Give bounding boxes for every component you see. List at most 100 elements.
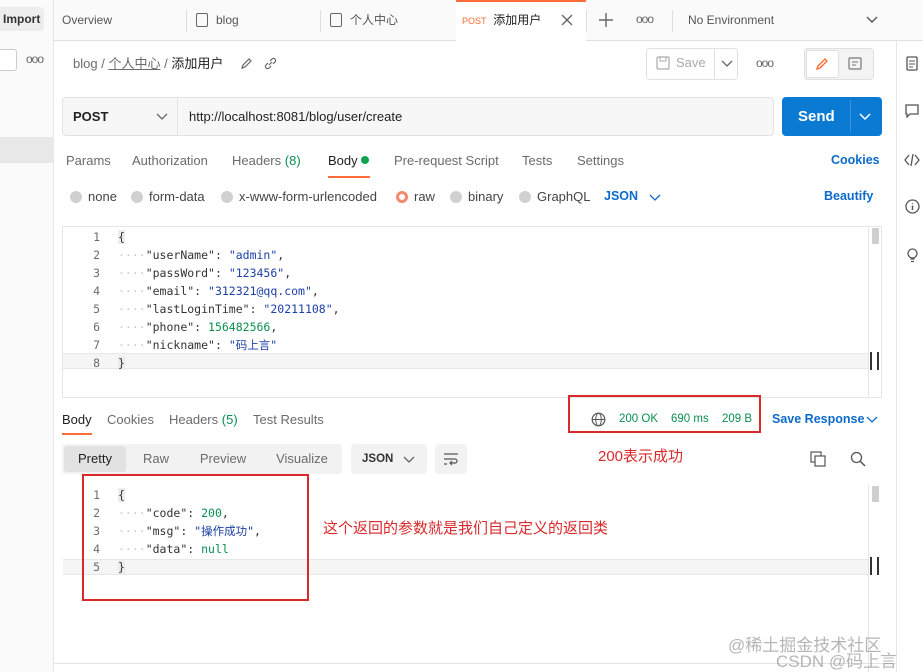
url-input[interactable]: http://localhost:8081/blog/user/create xyxy=(189,109,402,124)
colon-token: : xyxy=(194,284,209,298)
view-mode-visualize[interactable]: Visualize xyxy=(268,444,336,474)
json-key: "nickname" xyxy=(145,338,215,352)
breadcrumb-root[interactable]: blog xyxy=(73,56,98,71)
tab-overview[interactable]: Overview xyxy=(62,0,112,41)
send-button[interactable]: Send xyxy=(798,108,835,125)
cookies-link[interactable]: Cookies xyxy=(831,153,880,167)
tab-tests[interactable]: Tests xyxy=(522,153,552,168)
response-size[interactable]: 209 B xyxy=(722,413,752,425)
save-button[interactable]: Save xyxy=(676,55,706,70)
breadcrumb-folder[interactable]: 个人中心 xyxy=(108,56,160,71)
code-line: 3 ····"passWord": "123456", xyxy=(60,264,291,282)
view-mode-pretty[interactable]: Pretty xyxy=(64,446,126,472)
colon-token: : xyxy=(249,302,264,316)
json-value: "admin" xyxy=(228,248,278,262)
tab-blog[interactable]: blog xyxy=(196,0,239,41)
sidebar-more-button[interactable]: ooo xyxy=(26,52,44,66)
active-tab-underline xyxy=(62,433,92,435)
breadcrumb: blog / 个人中心 / 添加用户 xyxy=(73,55,223,73)
chevron-down-icon[interactable] xyxy=(649,193,661,203)
edit-pencil-icon[interactable] xyxy=(240,57,253,70)
code-line: 6 ····"phone": 156482566, xyxy=(60,318,277,336)
indent-guide: ···· xyxy=(118,338,146,352)
save-response-button[interactable]: Save Response xyxy=(772,412,864,426)
response-tab-body[interactable]: Body xyxy=(62,412,92,427)
body-format-select[interactable]: JSON xyxy=(604,189,638,203)
code-line: 8} xyxy=(60,354,125,372)
response-time[interactable]: 690 ms xyxy=(671,413,709,425)
json-key: "email" xyxy=(145,284,195,298)
view-mode-preview[interactable]: Preview xyxy=(190,444,256,474)
body-option-none[interactable]: none xyxy=(70,189,117,204)
comment-mode-icon[interactable] xyxy=(848,57,862,70)
environment-selector[interactable]: No Environment xyxy=(688,0,774,41)
globe-icon[interactable] xyxy=(591,412,606,427)
tab-authorization[interactable]: Authorization xyxy=(132,153,208,168)
save-divider xyxy=(714,48,715,80)
resize-handle[interactable] xyxy=(870,557,879,575)
link-icon[interactable] xyxy=(264,57,277,70)
option-label: raw xyxy=(414,189,435,204)
indent-guide: ···· xyxy=(118,302,146,316)
scrollbar-thumb[interactable] xyxy=(872,486,879,502)
chevron-down-icon[interactable] xyxy=(721,59,733,69)
tab-settings[interactable]: Settings xyxy=(577,153,624,168)
tab-pre-request-script[interactable]: Pre-request Script xyxy=(394,153,499,168)
beautify-button[interactable]: Beautify xyxy=(824,189,873,203)
breadcrumb-separator: / xyxy=(101,56,105,71)
tab-label: 个人中心 xyxy=(350,13,399,27)
tab-params[interactable]: Params xyxy=(66,153,111,168)
right-sidebar xyxy=(896,41,923,672)
breadcrumb-separator: / xyxy=(164,56,168,71)
chevron-down-icon[interactable] xyxy=(866,15,878,25)
tabs-more-button[interactable]: ooo xyxy=(636,12,654,26)
tab-label: Overview xyxy=(62,13,113,27)
resize-handle[interactable] xyxy=(870,352,879,370)
tab-personal-center[interactable]: 个人中心 xyxy=(330,0,398,41)
new-tab-plus-icon[interactable] xyxy=(598,12,614,28)
comments-icon[interactable] xyxy=(905,104,919,118)
info-icon[interactable] xyxy=(905,199,920,214)
tab-label: blog xyxy=(216,13,239,27)
body-option-binary[interactable]: binary xyxy=(450,189,503,204)
json-key: "passWord" xyxy=(145,266,215,280)
status-code[interactable]: 200 OK xyxy=(619,413,658,425)
tab-headers[interactable]: Headers (8) xyxy=(232,153,301,168)
tab-body[interactable]: Body xyxy=(328,153,370,168)
response-tab-test-results[interactable]: Test Results xyxy=(253,412,324,427)
indent-guide: ···· xyxy=(118,284,146,298)
chevron-down-icon[interactable] xyxy=(859,112,871,122)
response-tab-headers[interactable]: Headers (5) xyxy=(169,412,238,427)
more-actions-button[interactable]: ooo xyxy=(756,56,774,70)
chevron-down-icon[interactable] xyxy=(156,112,168,122)
response-tab-headers-label: Headers xyxy=(169,412,219,427)
sidebar-selected-item[interactable] xyxy=(0,137,54,163)
search-icon[interactable] xyxy=(850,451,866,467)
view-mode-raw[interactable]: Raw xyxy=(132,444,180,474)
copy-icon[interactable] xyxy=(810,451,826,467)
json-value: "123456" xyxy=(228,266,285,280)
lightbulb-icon[interactable] xyxy=(905,247,920,264)
documentation-icon[interactable] xyxy=(906,56,918,71)
tab-divider xyxy=(186,10,187,32)
sidebar-filter-input[interactable] xyxy=(0,49,17,71)
body-option-raw[interactable]: raw xyxy=(396,189,435,204)
scrollbar-thumb[interactable] xyxy=(872,228,879,244)
code-icon[interactable] xyxy=(904,154,920,166)
body-option-form-data[interactable]: form-data xyxy=(131,189,205,204)
import-button[interactable]: Import xyxy=(0,7,44,31)
tab-add-user-label[interactable]: POST 添加用户 xyxy=(462,0,541,41)
close-icon[interactable] xyxy=(560,13,574,27)
response-format-label: JSON xyxy=(362,453,394,465)
json-key: "lastLoginTime" xyxy=(145,302,250,316)
chevron-down-icon[interactable] xyxy=(866,415,878,425)
request-url-bar xyxy=(62,97,774,136)
response-tab-cookies[interactable]: Cookies xyxy=(107,412,154,427)
document-icon xyxy=(330,13,342,27)
punctuation-token: , xyxy=(277,248,285,262)
tab-method-tag: POST xyxy=(462,16,487,26)
body-option-urlencoded[interactable]: x-www-form-urlencoded xyxy=(221,189,377,204)
method-select[interactable]: POST xyxy=(73,109,108,124)
body-option-graphql[interactable]: GraphQL xyxy=(519,189,590,204)
editor-scrollbar[interactable] xyxy=(868,227,881,397)
